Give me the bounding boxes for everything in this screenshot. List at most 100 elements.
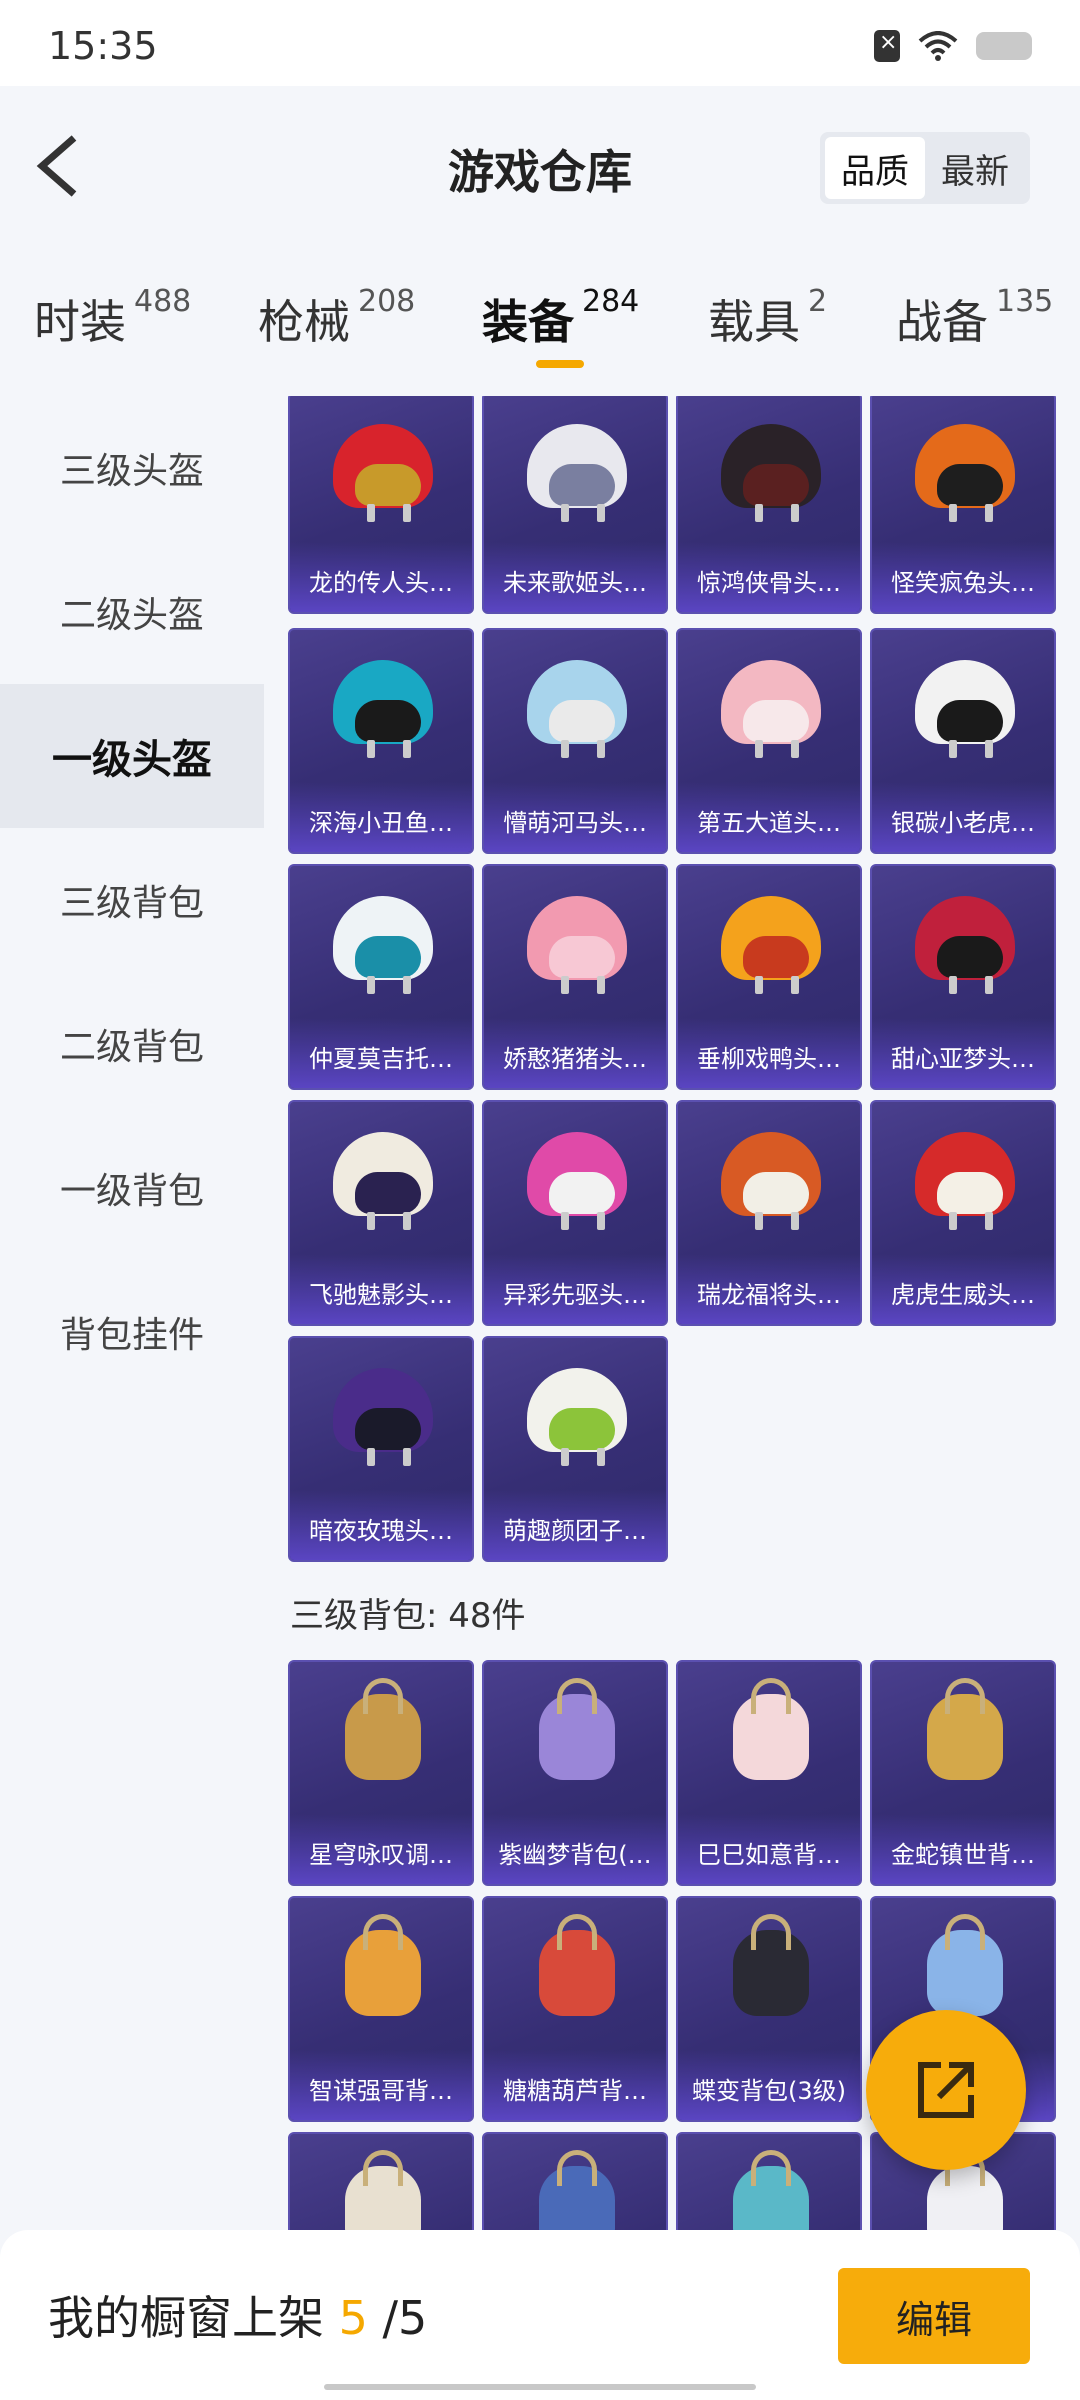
helmet-strap bbox=[561, 504, 569, 522]
backpack-item-card[interactable]: 金蛇镇世背… bbox=[870, 1660, 1056, 1886]
sort-newest-button[interactable]: 最新 bbox=[925, 137, 1025, 199]
helmet-image bbox=[915, 652, 1015, 758]
helmet-image bbox=[721, 652, 821, 758]
battery-icon bbox=[976, 32, 1032, 60]
helmet-image bbox=[333, 416, 433, 522]
backpack-item-card[interactable]: 蝶变背包(3级) bbox=[676, 1896, 862, 2122]
helmet-item-card[interactable]: 娇憨猪猪头… bbox=[482, 864, 668, 1090]
helmet-image bbox=[915, 416, 1015, 522]
tab-vehicles[interactable]: 载具 2 bbox=[708, 284, 827, 352]
tab-label: 战备 bbox=[896, 295, 988, 349]
helmet-item-card[interactable]: 异彩先驱头… bbox=[482, 1100, 668, 1326]
tab-label: 枪械 bbox=[258, 295, 350, 349]
helmet-visor bbox=[743, 700, 809, 742]
backpack-body bbox=[733, 1914, 809, 2016]
item-name: 暗夜玫瑰头… bbox=[309, 1517, 453, 1545]
helmet-strap bbox=[597, 1212, 605, 1230]
backpack-body bbox=[345, 1678, 421, 1780]
backpack-item-card[interactable]: 巳巳如意背… bbox=[676, 1660, 862, 1886]
helmet-strap bbox=[791, 504, 799, 522]
tab-fashion[interactable]: 时装 488 bbox=[34, 284, 191, 352]
backpack-item-card[interactable]: 星穹咏叹调… bbox=[288, 1660, 474, 1886]
backpack-body bbox=[345, 2150, 421, 2230]
helmet-shell bbox=[721, 660, 821, 758]
sidebar-item-level2-helmet[interactable]: 二级头盔 bbox=[0, 540, 264, 684]
helmet-strap bbox=[367, 1448, 375, 1466]
helmet-image bbox=[333, 888, 433, 994]
item-name: 紫幽梦背包(… bbox=[498, 1841, 652, 1869]
helmet-item-card[interactable]: 萌趣颜团子… bbox=[482, 1336, 668, 1562]
helmet-item-card[interactable]: 银碳小老虎… bbox=[870, 628, 1056, 854]
backpack-image bbox=[721, 1678, 821, 1784]
helmet-image bbox=[527, 1360, 627, 1466]
helmet-item-card[interactable]: 深海小丑鱼… bbox=[288, 628, 474, 854]
backpack-item-card[interactable] bbox=[288, 2132, 474, 2230]
edit-button[interactable]: 编辑 bbox=[838, 2268, 1030, 2364]
helmet-shell bbox=[333, 1368, 433, 1466]
sidebar-item-level3-backpack[interactable]: 三级背包 bbox=[0, 828, 264, 972]
backpack-item-card[interactable] bbox=[676, 2132, 862, 2230]
helmet-strap bbox=[949, 504, 957, 522]
item-name: 异彩先驱头… bbox=[503, 1281, 647, 1309]
helmet-item-card[interactable]: 仲夏莫吉托… bbox=[288, 864, 474, 1090]
sidebar-item-level1-backpack[interactable]: 一级背包 bbox=[0, 1116, 264, 1260]
backpack-item-card[interactable]: 糖糖葫芦背… bbox=[482, 1896, 668, 2122]
share-icon bbox=[918, 2062, 974, 2118]
helmet-shell bbox=[527, 896, 627, 994]
helmet-item-card[interactable]: 瑞龙福将头… bbox=[676, 1100, 862, 1326]
backpack-item-card[interactable] bbox=[482, 2132, 668, 2230]
sidebar-item-backpack-pendant[interactable]: 背包挂件 bbox=[0, 1260, 264, 1404]
helmet-item-card[interactable]: 惊鸿侠骨头… bbox=[676, 396, 862, 614]
app-header: 游戏仓库 品质 最新 bbox=[0, 86, 1080, 256]
helmet-item-card[interactable]: 第五大道头… bbox=[676, 628, 862, 854]
tab-guns[interactable]: 枪械 208 bbox=[258, 284, 415, 352]
helmet-shell bbox=[915, 896, 1015, 994]
helmet-shell bbox=[721, 1132, 821, 1230]
item-name: 懵萌河马头… bbox=[503, 809, 647, 837]
share-button[interactable] bbox=[866, 2010, 1026, 2170]
backpack-strap bbox=[945, 1914, 985, 1950]
backpack-body bbox=[733, 2150, 809, 2230]
helmet-shell bbox=[527, 660, 627, 758]
helmet-item-card[interactable]: 飞驰魅影头… bbox=[288, 1100, 474, 1326]
backpack-strap bbox=[751, 1914, 791, 1950]
item-name: 萌趣颜团子… bbox=[503, 1517, 647, 1545]
sort-quality-button[interactable]: 品质 bbox=[825, 137, 925, 199]
helmet-strap bbox=[791, 1212, 799, 1230]
helmet-image bbox=[721, 888, 821, 994]
helmet-strap bbox=[949, 1212, 957, 1230]
backpack-image bbox=[721, 2150, 821, 2230]
helmet-shell bbox=[721, 424, 821, 522]
helmet-item-card[interactable]: 龙的传人头… bbox=[288, 396, 474, 614]
helmet-item-card[interactable]: 虎虎生威头… bbox=[870, 1100, 1056, 1326]
sidebar-item-level2-backpack[interactable]: 二级背包 bbox=[0, 972, 264, 1116]
backpack-strap bbox=[363, 1678, 403, 1714]
tab-supplies[interactable]: 战备 135 bbox=[896, 284, 1053, 352]
helmet-strap bbox=[403, 976, 411, 994]
sidebar-item-level1-helmet[interactable]: 一级头盔 bbox=[0, 684, 264, 828]
backpack-image bbox=[333, 2150, 433, 2230]
helmet-item-card[interactable]: 未来歌姬头… bbox=[482, 396, 668, 614]
section-title-level3-backpack: 三级背包: 48件 bbox=[290, 1596, 526, 1636]
tab-label: 装备 bbox=[482, 295, 574, 349]
status-time: 15:35 bbox=[48, 24, 158, 68]
item-name: 仲夏莫吉托… bbox=[309, 1045, 453, 1073]
helmet-item-card[interactable]: 垂柳戏鸭头… bbox=[676, 864, 862, 1090]
backpack-body bbox=[927, 2150, 1003, 2230]
wifi-icon bbox=[918, 31, 958, 61]
helmet-item-card[interactable]: 暗夜玫瑰头… bbox=[288, 1336, 474, 1562]
tab-label: 载具 bbox=[708, 295, 800, 349]
helmet-shell bbox=[527, 1132, 627, 1230]
helmet-strap bbox=[561, 1448, 569, 1466]
backpack-strap bbox=[557, 1678, 597, 1714]
backpack-item-card[interactable]: 智谋强哥背… bbox=[288, 1896, 474, 2122]
helmet-strap bbox=[597, 976, 605, 994]
helmet-item-card[interactable]: 懵萌河马头… bbox=[482, 628, 668, 854]
backpack-item-card[interactable]: 紫幽梦背包(… bbox=[482, 1660, 668, 1886]
tab-equipment[interactable]: 装备 284 bbox=[482, 284, 639, 352]
helmet-item-card[interactable]: 甜心亚梦头… bbox=[870, 864, 1056, 1090]
sidebar-item-level3-helmet[interactable]: 三级头盔 bbox=[0, 396, 264, 540]
backpack-strap bbox=[363, 1914, 403, 1950]
item-name: 垂柳戏鸭头… bbox=[697, 1045, 841, 1073]
helmet-item-card[interactable]: 怪笑疯兔头… bbox=[870, 396, 1056, 614]
